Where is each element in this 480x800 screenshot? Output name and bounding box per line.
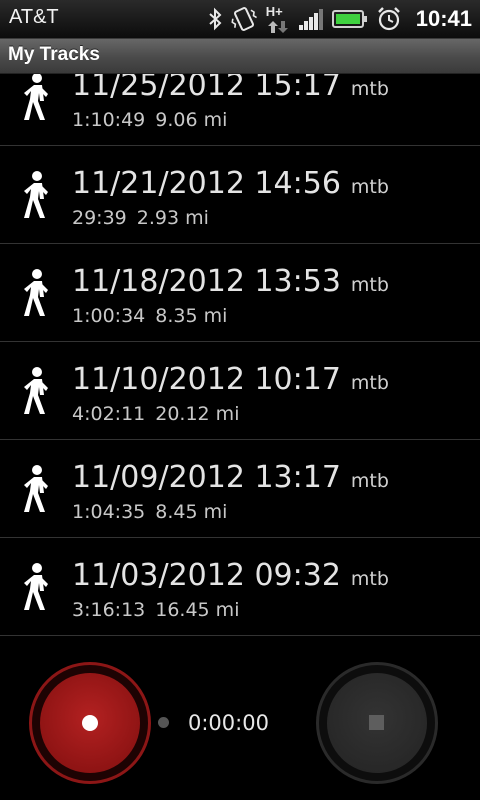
- track-row[interactable]: 11/21/2012 14:56 mtb 29:39 2.93 mi: [0, 146, 480, 244]
- carrier-label: AT&T: [9, 6, 59, 28]
- track-date-text: 11/25/2012 15:17: [72, 74, 341, 103]
- record-button[interactable]: [29, 662, 151, 784]
- walk-icon: [24, 465, 48, 512]
- track-duration: 29:39: [72, 207, 127, 229]
- bluetooth-icon: [209, 7, 222, 31]
- walk-icon: [24, 171, 48, 218]
- stop-button[interactable]: [316, 662, 438, 784]
- signal-icon: [298, 9, 323, 30]
- track-stats: 29:39 2.93 mi: [72, 207, 209, 229]
- track-category: mtb: [350, 78, 389, 100]
- walk-icon: [24, 74, 48, 120]
- track-date-text: 11/10/2012 10:17: [72, 362, 341, 397]
- elapsed-time: 0:00:00: [188, 711, 269, 735]
- stop-icon: [369, 715, 384, 730]
- walk-icon: [24, 269, 48, 316]
- title-bar: My Tracks: [0, 39, 480, 74]
- track-distance: 8.45 mi: [155, 501, 228, 523]
- track-category: mtb: [350, 274, 389, 296]
- walk-icon: [24, 367, 48, 414]
- track-date: 11/03/2012 09:32 mtb: [72, 558, 389, 593]
- alarm-icon: [377, 7, 400, 31]
- track-stats: 4:02:11 20.12 mi: [72, 403, 239, 425]
- track-row[interactable]: 11/09/2012 13:17 mtb 1:04:35 8.45 mi: [0, 440, 480, 538]
- status-icons: H+ 10:41: [200, 0, 472, 38]
- track-duration: 1:00:34: [72, 305, 146, 327]
- record-icon: [82, 715, 98, 731]
- track-distance: 16.45 mi: [155, 599, 240, 621]
- recording-status-dot: [158, 717, 169, 728]
- track-row[interactable]: 11/18/2012 13:53 mtb 1:00:34 8.35 mi: [0, 244, 480, 342]
- network-type-label: H+: [265, 4, 283, 19]
- page-title: My Tracks: [8, 44, 100, 65]
- track-category: mtb: [350, 372, 389, 394]
- track-distance: 20.12 mi: [155, 403, 240, 425]
- vibrate-icon: [231, 7, 257, 31]
- clock: 10:41: [415, 6, 472, 31]
- track-duration: 4:02:11: [72, 403, 146, 425]
- track-duration: 1:04:35: [72, 501, 146, 523]
- track-duration: 1:10:49: [72, 109, 146, 131]
- track-date-text: 11/21/2012 14:56: [72, 166, 341, 201]
- track-date-text: 11/03/2012 09:32: [72, 558, 341, 593]
- track-row[interactable]: 11/03/2012 09:32 mtb 3:16:13 16.45 mi: [0, 538, 480, 636]
- data-arrows-icon: [267, 21, 288, 33]
- track-date: 11/25/2012 15:17 mtb: [72, 74, 389, 103]
- recording-controls: 0:00:00: [0, 640, 480, 800]
- track-list: 11/25/2012 15:17 mtb 1:10:49 9.06 mi 11/21/2…: [0, 74, 480, 636]
- track-distance: 9.06 mi: [155, 109, 228, 131]
- track-duration: 3:16:13: [72, 599, 146, 621]
- track-stats: 3:16:13 16.45 mi: [72, 599, 239, 621]
- track-date: 11/18/2012 13:53 mtb: [72, 264, 389, 299]
- track-date: 11/21/2012 14:56 mtb: [72, 166, 389, 201]
- track-category: mtb: [350, 176, 389, 198]
- record-button-face: [40, 673, 140, 773]
- track-date-text: 11/09/2012 13:17: [72, 460, 341, 495]
- track-row[interactable]: 11/10/2012 10:17 mtb 4:02:11 20.12 mi: [0, 342, 480, 440]
- track-date: 11/09/2012 13:17 mtb: [72, 460, 389, 495]
- walk-icon: [24, 563, 48, 610]
- track-list-viewport[interactable]: 11/25/2012 15:17 mtb 1:10:49 9.06 mi 11/21/2…: [0, 74, 480, 639]
- battery-icon: [331, 10, 367, 28]
- track-category: mtb: [350, 568, 389, 590]
- track-stats: 1:10:49 9.06 mi: [72, 109, 227, 131]
- track-stats: 1:04:35 8.45 mi: [72, 501, 227, 523]
- track-date-text: 11/18/2012 13:53: [72, 264, 341, 299]
- track-date: 11/10/2012 10:17 mtb: [72, 362, 389, 397]
- track-distance: 8.35 mi: [155, 305, 228, 327]
- stop-button-face: [327, 673, 427, 773]
- track-category: mtb: [350, 470, 389, 492]
- status-bar: AT&T H+ 10:41: [0, 0, 480, 39]
- track-stats: 1:00:34 8.35 mi: [72, 305, 227, 327]
- track-distance: 2.93 mi: [136, 207, 209, 229]
- track-row[interactable]: 11/25/2012 15:17 mtb 1:10:49 9.06 mi: [0, 74, 480, 146]
- network-h-plus-icon: H+: [266, 4, 290, 34]
